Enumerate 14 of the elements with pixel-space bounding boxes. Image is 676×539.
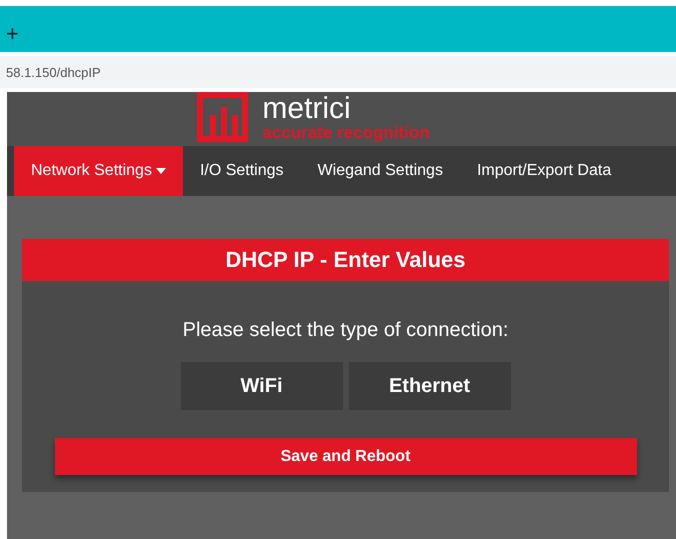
connection-option[interactable]: WiFi [180,362,342,410]
nav-tab[interactable]: Import/Export Data [460,146,628,196]
brand-name: metrici [262,94,352,124]
brand-tagline: accurate recognition [262,124,430,141]
nav-tab[interactable]: I/O Settings [182,146,301,196]
address-bar[interactable]: 58.1.150/dhcpIP [0,56,676,88]
card-title: DHCP IP - Enter Values [22,239,669,281]
prompt-text: Please select the type of connection: [182,319,508,342]
connection-option[interactable]: Ethernet [348,362,510,410]
new-tab-button[interactable]: + [6,24,19,44]
save-button[interactable]: Save and Reboot [54,438,636,475]
logo-icon [197,92,248,142]
nav-tab[interactable]: Network Settings [14,146,183,196]
nav-tab[interactable]: Wiegand Settings [300,146,460,196]
